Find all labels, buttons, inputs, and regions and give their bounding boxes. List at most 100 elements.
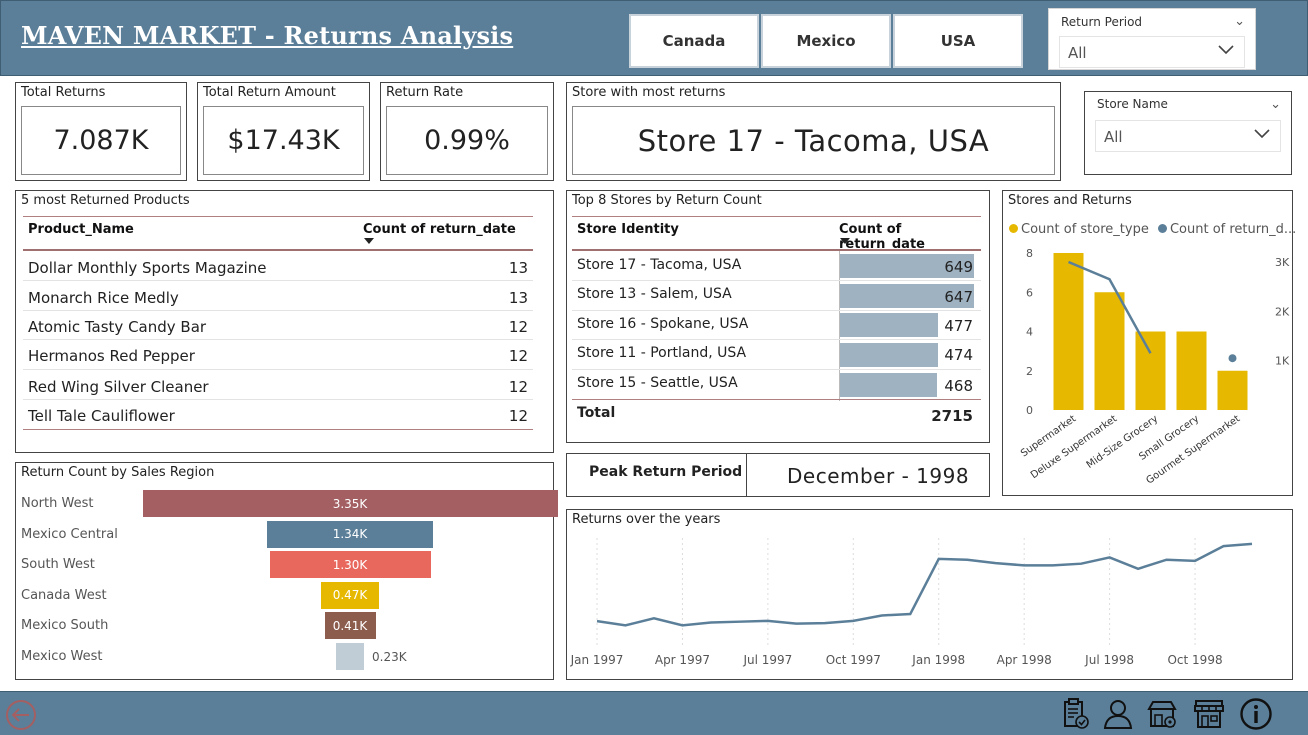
region-bar	[336, 642, 364, 670]
product-count: 12	[508, 318, 528, 336]
stores-returns-chart: Stores and Returns Count of store_type C…	[1002, 190, 1296, 496]
product-name: Monarch Rice Medly	[28, 289, 179, 307]
header-divider	[23, 216, 533, 217]
store-name: Store 15 - Seattle, USA	[577, 375, 738, 391]
column-header-store-identity[interactable]: Store Identity	[577, 222, 679, 237]
country-button-mexico[interactable]: Mexico	[761, 14, 891, 68]
returns-years-chart: Returns over the years Jan 1997 Apr 1997 J…	[566, 509, 1293, 680]
top-stores-table: Top 8 Stores by Return Count Store Ident…	[566, 190, 990, 443]
table-title: 5 most Returned Products	[21, 193, 190, 208]
product-name: Dollar Monthly Sports Magazine	[28, 259, 267, 277]
chevron-down-icon	[1218, 43, 1234, 59]
kpi-title: Return Rate	[386, 85, 464, 100]
x-tick-label: Jan 1998	[911, 653, 965, 667]
product-count: 12	[508, 378, 528, 396]
region-value: 0.23K	[372, 649, 407, 664]
y-tick-left: 4	[1026, 326, 1033, 339]
store-count: 474	[944, 346, 973, 364]
y-tick-right: 3K	[1275, 256, 1290, 269]
store-settings-icon[interactable]	[1145, 697, 1179, 731]
bar-store-type	[1053, 253, 1084, 410]
product-count: 13	[508, 289, 528, 307]
storefront-icon[interactable]	[1192, 697, 1226, 731]
header-divider	[572, 216, 981, 217]
table-title: Top 8 Stores by Return Count	[572, 193, 762, 208]
peak-label-card: Peak Return Period	[566, 453, 747, 497]
row-divider	[572, 369, 981, 370]
product-name: Hermanos Red Pepper	[28, 347, 195, 365]
region-funnel-chart: Return Count by Sales Region North West 3…	[15, 462, 558, 681]
peak-label: Peak Return Period	[589, 464, 743, 480]
kpi-value: $17.43K	[203, 106, 364, 175]
kpi-card-return-rate: Return Rate 0.99%	[380, 82, 554, 181]
kpi-value: 0.99%	[386, 106, 548, 175]
y-tick-left: 6	[1026, 286, 1033, 299]
row-divider	[572, 310, 981, 311]
region-value: 0.41K	[332, 618, 368, 633]
line-chart-svg: Jan 1997 Apr 1997 Jul 1997 Oct 1997 Jan 1998…	[570, 538, 1253, 667]
info-icon[interactable]	[1239, 697, 1273, 731]
country-button-usa[interactable]: USA	[893, 14, 1023, 68]
chevron-down-icon[interactable]: ⌄	[1270, 97, 1281, 112]
region-bar: 0.41K	[324, 612, 376, 639]
store-count: 468	[944, 377, 973, 395]
store-name-title: Store Name	[1097, 97, 1168, 111]
chevron-down-icon	[1254, 127, 1270, 143]
product-count: 12	[508, 347, 528, 365]
funnel-area: North West 3.35K Mexico Central 1.34K South …	[16, 463, 558, 681]
kpi-card-total-returns: Total Returns 7.087K	[15, 82, 187, 181]
return-period-dropdown[interactable]: All	[1059, 36, 1245, 68]
region-value: 0.47K	[332, 588, 368, 602]
store-most-returns-title: Store with most returns	[572, 85, 726, 100]
store-name-slicer: Store Name ⌄ All	[1084, 91, 1292, 175]
page-title: MAVEN MARKET - Returns Analysis	[21, 21, 514, 50]
user-icon[interactable]	[1101, 697, 1135, 731]
row-divider	[23, 310, 533, 311]
bar-store-type	[1176, 331, 1207, 410]
store-name: Store 11 - Portland, USA	[577, 345, 747, 361]
country-button-canada[interactable]: Canada	[629, 14, 759, 68]
kpi-card-total-return-amount: Total Return Amount $17.43K	[197, 82, 370, 181]
row-divider	[23, 429, 533, 430]
product-name: Atomic Tasty Candy Bar	[28, 318, 207, 336]
column-header-count[interactable]: Count of return_date	[363, 222, 516, 237]
header-divider	[572, 249, 981, 251]
column-header-count[interactable]: Count of return_date	[839, 222, 989, 252]
returns-line	[596, 542, 1253, 627]
sort-desc-icon	[364, 238, 374, 244]
store-name: Store 16 - Spokane, USA	[577, 316, 749, 332]
clipboard-check-icon[interactable]	[1058, 697, 1092, 731]
region-value: 1.30K	[332, 557, 368, 572]
sort-desc-icon	[840, 238, 850, 244]
column-header-product-name[interactable]: Product_Name	[28, 222, 134, 237]
back-arrow-icon[interactable]	[4, 698, 38, 732]
store-count: 647	[944, 288, 973, 306]
region-bar: 3.35K	[142, 490, 558, 517]
row-divider	[23, 369, 533, 370]
return-period-title: Return Period	[1061, 15, 1143, 29]
store-count: 649	[944, 258, 973, 276]
total-label: Total	[577, 405, 616, 421]
region-label: Mexico South	[21, 618, 109, 633]
row-divider	[572, 339, 981, 340]
bar-store-type	[1135, 331, 1166, 410]
chevron-down-icon[interactable]: ⌄	[1234, 14, 1245, 29]
x-tick-label: Apr 1998	[997, 653, 1052, 667]
peak-value-card: December - 1998	[746, 453, 990, 497]
store-name-dropdown[interactable]: All	[1095, 120, 1281, 152]
footer-bar	[0, 691, 1308, 735]
dashboard: MAVEN MARKET - Returns Analysis Canada M…	[0, 0, 1308, 735]
region-label: Mexico West	[21, 648, 103, 664]
region-label: Mexico Central	[21, 526, 118, 542]
row-divider	[572, 399, 981, 400]
x-tick-label: Jan 1997	[570, 653, 624, 667]
region-bar: 1.34K	[267, 520, 433, 548]
row-divider	[23, 399, 533, 400]
peak-value: December - 1998	[787, 464, 970, 488]
total-value: 2715	[931, 407, 973, 425]
store-name-value: All	[1104, 128, 1123, 146]
return-period-value: All	[1068, 44, 1087, 62]
region-label: North West	[21, 496, 94, 511]
product-count: 12	[508, 407, 528, 425]
bar-store-type	[1217, 370, 1248, 410]
